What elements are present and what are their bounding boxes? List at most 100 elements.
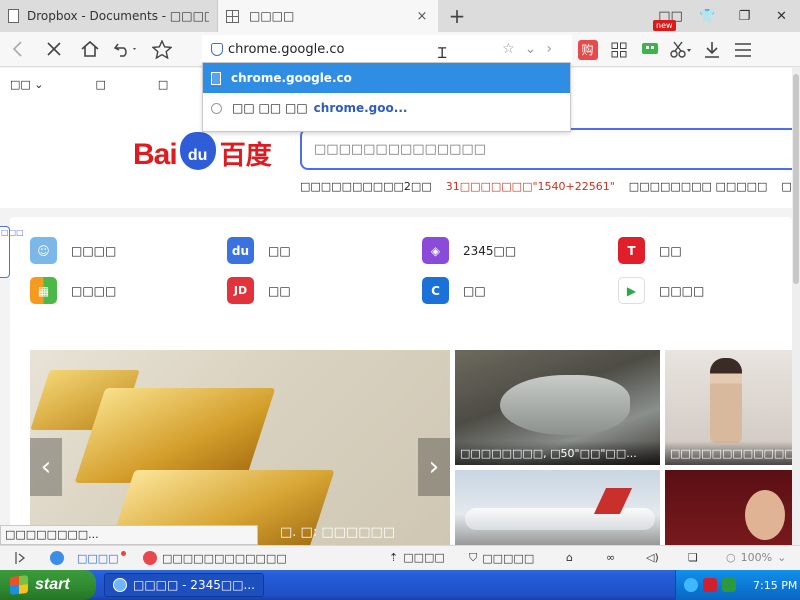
favorites-button[interactable]: □□□□□□□□□□□□ — [143, 551, 287, 565]
scrollbar-thumb[interactable] — [793, 74, 799, 284]
protect-button[interactable]: ⛉ □□□□□ — [469, 551, 534, 565]
system-tray: 7:15 PM — [675, 570, 800, 600]
notification-dot — [121, 551, 126, 556]
suggestion-prefix: □□ □□ □□ — [232, 101, 308, 115]
favorites-label: □□□□□□□□□□□□ — [162, 551, 287, 565]
news-thumb[interactable]: □□□□□□□□□□□□□□ — [665, 350, 792, 465]
quick-link[interactable]: ☺ □□□□ — [30, 237, 116, 264]
page-content: Bai du 百度 □□□□□□□□□□2□□ 31□□□□□□□"1540+2… — [0, 100, 792, 545]
scissors-icon[interactable] — [665, 32, 696, 67]
windows-tile-icon: ▦ — [30, 277, 57, 304]
game-icon[interactable] — [634, 32, 665, 67]
quick-link-label: □□□□ — [71, 243, 117, 258]
quick-link[interactable]: C □□ — [422, 277, 486, 304]
logo-text: Bai — [133, 138, 178, 171]
carousel-prev-icon[interactable]: ‹ — [30, 438, 62, 496]
side-tag[interactable]: □□□ — [0, 226, 24, 278]
quick-link[interactable]: ◈ 2345□□ — [422, 237, 516, 264]
bookmark-item[interactable]: □□ ⌄ — [10, 78, 44, 91]
protect-label: □□□□□ — [482, 551, 535, 565]
chevron-right-icon[interactable]: › — [546, 41, 552, 57]
quick-link-label: □□ — [463, 283, 486, 298]
quick-link-label: □□ — [268, 283, 291, 298]
new-tab-button[interactable]: + — [438, 0, 476, 32]
menu-hamburger-icon[interactable] — [727, 32, 758, 67]
speaker-icon[interactable]: ◁) — [646, 551, 659, 564]
address-bar[interactable]: ☆ ⌄ › — [202, 35, 572, 63]
tab-current[interactable]: □□□□ × — [218, 0, 438, 32]
stop-icon[interactable] — [36, 32, 72, 67]
quick-link[interactable]: ▶ □□□□ — [618, 277, 704, 304]
face-shape — [745, 490, 785, 540]
bookmark-item[interactable]: □ — [96, 78, 106, 91]
shopping-button[interactable]: 购 — [572, 32, 603, 67]
tab-dropbox[interactable]: Dropbox - Documents - □□□□ — [0, 0, 218, 32]
accelerate-label: □□□□ — [403, 551, 445, 564]
quick-link[interactable]: du □□ — [227, 237, 291, 264]
accelerate-button[interactable]: ⇡ □□□□ — [389, 551, 445, 564]
play-store-icon: ▶ — [618, 277, 645, 304]
page-scrollbar[interactable] — [792, 68, 800, 545]
quick-link[interactable]: T □□ — [618, 237, 682, 264]
network-icon[interactable] — [684, 578, 698, 592]
search-box[interactable] — [300, 128, 792, 170]
quick-links-panel: ☺ □□□□ du □□ ◈ 2345□□ T □□ ▦ □□□□ JD □□ … — [10, 217, 792, 329]
suggestion-text: chrome.goo... — [313, 101, 408, 115]
document-icon — [8, 9, 19, 23]
restore-button[interactable]: ❐ — [726, 0, 763, 32]
browser-icon — [113, 578, 127, 592]
bookmark-star-icon[interactable]: ☆ — [502, 41, 515, 57]
browser-status-bar: □□□□ □□□□□□□□□□□□ ⇡ □□□□ ⛉ □□□□□ ⌂ ∞ ◁) … — [0, 545, 800, 570]
search-input[interactable] — [314, 141, 774, 157]
status-text: □□□□□□□□... — [0, 525, 258, 545]
quick-link-label: □□□□ — [659, 283, 705, 298]
quick-link-label: □□□□ — [71, 283, 117, 298]
news-thumb-portrait[interactable] — [665, 470, 792, 545]
shield-tray-icon[interactable] — [722, 578, 736, 592]
apps-grid-icon[interactable] — [603, 32, 634, 67]
favorite-star-icon[interactable] — [144, 32, 180, 67]
bookmark-item[interactable]: □ — [158, 78, 168, 91]
search-icon — [211, 102, 222, 114]
skin-icon[interactable]: 👕 — [689, 0, 726, 32]
jd-icon: JD — [227, 277, 254, 304]
qq-icon: ☺ — [30, 237, 57, 264]
security-icon[interactable] — [703, 578, 717, 592]
tab-strip: Dropbox - Documents - □□□□ □□□□ × + □□ 👕… — [0, 0, 800, 32]
glasses-icon[interactable]: ∞ — [606, 551, 615, 564]
toolbox-icon[interactable]: ⌂ — [566, 551, 573, 564]
carousel-next-icon[interactable]: › — [418, 438, 450, 496]
featured-image-gold[interactable]: ‹ › □. □: □□□□□□ — [30, 350, 450, 545]
baidu-paw-icon: du — [179, 132, 216, 170]
zoom-control[interactable]: ○ 100% ⌄ — [726, 551, 786, 564]
suggestion-item[interactable]: chrome.google.co — [203, 63, 570, 93]
chevron-down-icon[interactable]: ⌄ — [525, 41, 537, 57]
suggestion-item[interactable]: □□ □□ □□ chrome.goo... — [203, 93, 570, 123]
taskbar-window-button[interactable]: □□□□ - 2345□□... — [104, 573, 264, 597]
quick-link[interactable]: JD □□ — [227, 277, 291, 304]
window-icon[interactable]: ❏ — [688, 551, 698, 564]
rocket-icon: ⇡ — [389, 551, 399, 564]
news-thumb[interactable]: □□□□□□□□, □50"□□"□□... — [455, 350, 660, 465]
page-icon — [211, 71, 221, 85]
close-window-button[interactable]: ✕ — [763, 0, 800, 32]
news-thumb-airplane[interactable] — [455, 470, 660, 545]
sidebar-toggle-icon[interactable] — [14, 551, 28, 565]
address-input[interactable] — [228, 41, 428, 57]
shopping-icon: 购 — [577, 39, 598, 60]
hotword-link[interactable]: 31□□□□□□□"1540+22561" — [446, 180, 615, 193]
download-icon[interactable] — [696, 32, 727, 67]
back-icon[interactable] — [0, 32, 36, 67]
news-button[interactable]: □□□□ — [50, 551, 119, 565]
home-icon[interactable] — [72, 32, 108, 67]
hotword-link[interactable]: □□□□□□□□□□2□□ — [300, 180, 432, 193]
close-tab-icon[interactable]: × — [414, 9, 430, 24]
windows-taskbar: start □□□□ - 2345□□... 7:15 PM — [0, 570, 800, 600]
baidu-paw-icon: du — [227, 237, 254, 264]
thumb-caption: □□□□□□□□, □50"□□"□□... — [455, 441, 660, 465]
quick-link[interactable]: ▦ □□□□ — [30, 277, 116, 304]
hotword-link[interactable]: □□□□□ — [781, 180, 792, 193]
start-button[interactable]: start — [0, 570, 96, 600]
hotword-link[interactable]: □□□□□□□□ □□□□□ — [629, 180, 768, 193]
undo-icon[interactable] — [108, 32, 144, 67]
